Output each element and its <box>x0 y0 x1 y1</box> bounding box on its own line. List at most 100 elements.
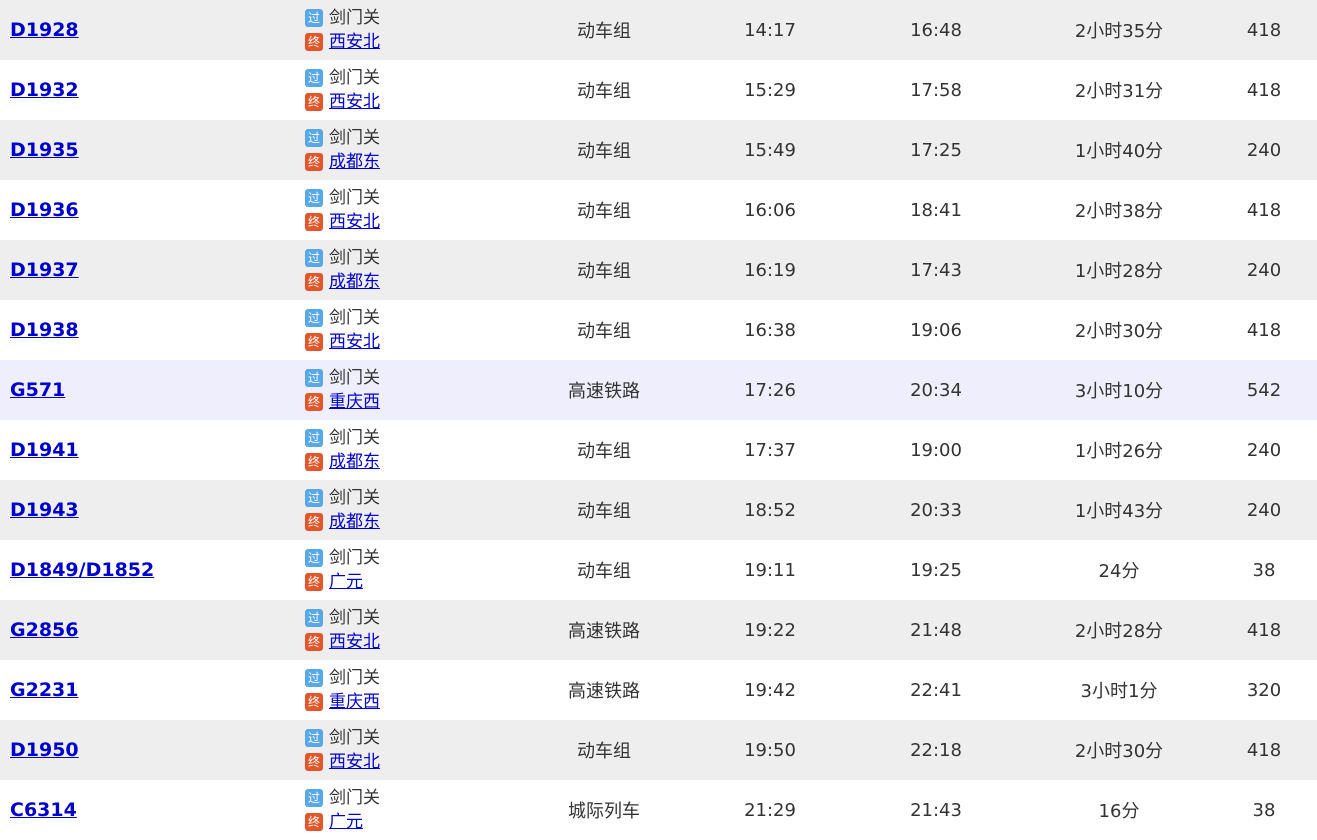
train-number-link[interactable]: D1937 <box>10 259 79 281</box>
end-station-link[interactable]: 成都东 <box>329 450 380 474</box>
train-cell: D1937 <box>0 240 305 300</box>
departure-time: 19:22 <box>744 619 796 641</box>
pass-station-name: 剑门关 <box>329 128 380 148</box>
end-station-icon: 终 <box>305 513 323 531</box>
train-number-link[interactable]: G571 <box>10 379 65 401</box>
train-number-link[interactable]: D1941 <box>10 439 79 461</box>
end-station-line: 终 西安北 <box>305 30 513 54</box>
station-cell: 过 剑门关 终 西安北 <box>305 720 513 780</box>
train-cell: D1936 <box>0 180 305 240</box>
travel-duration: 2小时38分 <box>1074 201 1164 222</box>
end-station-link[interactable]: 西安北 <box>329 210 380 234</box>
pass-station-name: 剑门关 <box>329 728 380 748</box>
arrival-time: 18:41 <box>910 199 962 221</box>
end-station-link[interactable]: 成都东 <box>329 150 380 174</box>
train-number-link[interactable]: D1849/D1852 <box>10 559 154 581</box>
train-type: 动车组 <box>577 441 631 462</box>
station-cell: 过 剑门关 终 西安北 <box>305 60 513 120</box>
table-row: D1849/D1852 过 剑门关 终 广元 动车组 19:11 19:25 2… <box>0 540 1317 600</box>
ticket-price: 38 <box>1252 559 1276 581</box>
pass-station-name: 剑门关 <box>329 188 380 208</box>
end-station-link[interactable]: 西安北 <box>329 750 380 774</box>
ticket-price: 418 <box>1246 19 1282 41</box>
end-station-link[interactable]: 重庆西 <box>329 390 380 414</box>
ticket-price: 418 <box>1246 739 1282 761</box>
pass-station-icon: 过 <box>305 429 323 447</box>
train-schedule-body: D1928 过 剑门关 终 西安北 动车组 14:17 16:48 2小时35分… <box>0 0 1317 840</box>
end-station-icon: 终 <box>305 813 323 831</box>
train-number-link[interactable]: D1935 <box>10 139 79 161</box>
train-number-link[interactable]: C6314 <box>10 799 77 821</box>
station-cell: 过 剑门关 终 成都东 <box>305 420 513 480</box>
train-cell: D1943 <box>0 480 305 540</box>
train-schedule-table: D1928 过 剑门关 终 西安北 动车组 14:17 16:48 2小时35分… <box>0 0 1317 840</box>
departure-time: 16:06 <box>744 199 796 221</box>
pass-station-line: 过 剑门关 <box>305 546 513 570</box>
ticket-price: 418 <box>1246 79 1282 101</box>
train-cell: G2231 <box>0 660 305 720</box>
end-station-line: 终 西安北 <box>305 750 513 774</box>
pass-station-icon: 过 <box>305 249 323 267</box>
arrival-time: 16:48 <box>910 19 962 41</box>
end-station-icon: 终 <box>305 453 323 471</box>
train-number-link[interactable]: D1943 <box>10 499 79 521</box>
train-cell: D1938 <box>0 300 305 360</box>
train-number-link[interactable]: G2231 <box>10 679 78 701</box>
train-number-link[interactable]: D1938 <box>10 319 79 341</box>
arrival-time: 20:33 <box>910 499 962 521</box>
station-cell: 过 剑门关 终 广元 <box>305 780 513 840</box>
train-cell: D1928 <box>0 0 305 60</box>
arrival-time: 22:41 <box>910 679 962 701</box>
station-cell: 过 剑门关 终 重庆西 <box>305 660 513 720</box>
pass-station-name: 剑门关 <box>329 788 380 808</box>
end-station-icon: 终 <box>305 273 323 291</box>
departure-time: 21:29 <box>744 799 796 821</box>
ticket-price: 320 <box>1246 679 1282 701</box>
end-station-line: 终 西安北 <box>305 630 513 654</box>
end-station-line: 终 西安北 <box>305 210 513 234</box>
end-station-icon: 终 <box>305 633 323 651</box>
end-station-line: 终 广元 <box>305 810 513 834</box>
table-row: D1936 过 剑门关 终 西安北 动车组 16:06 18:41 2小时38分… <box>0 180 1317 240</box>
train-cell: D1935 <box>0 120 305 180</box>
travel-duration: 2小时30分 <box>1074 741 1164 762</box>
end-station-link[interactable]: 西安北 <box>329 630 380 654</box>
ticket-price: 418 <box>1246 619 1282 641</box>
train-number-link[interactable]: D1936 <box>10 199 79 221</box>
end-station-link[interactable]: 重庆西 <box>329 690 380 714</box>
train-number-link[interactable]: D1950 <box>10 739 79 761</box>
end-station-link[interactable]: 西安北 <box>329 330 380 354</box>
travel-duration: 3小时1分 <box>1080 681 1158 702</box>
arrival-time: 20:34 <box>910 379 962 401</box>
end-station-link[interactable]: 广元 <box>329 810 363 834</box>
end-station-line: 终 广元 <box>305 570 513 594</box>
train-cell: C6314 <box>0 780 305 840</box>
end-station-link[interactable]: 西安北 <box>329 90 380 114</box>
train-cell: D1849/D1852 <box>0 540 305 600</box>
end-station-icon: 终 <box>305 753 323 771</box>
ticket-price: 240 <box>1246 259 1282 281</box>
end-station-line: 终 重庆西 <box>305 390 513 414</box>
end-station-link[interactable]: 西安北 <box>329 30 380 54</box>
train-number-link[interactable]: D1932 <box>10 79 79 101</box>
train-cell: D1950 <box>0 720 305 780</box>
end-station-link[interactable]: 成都东 <box>329 270 380 294</box>
train-cell: D1932 <box>0 60 305 120</box>
pass-station-line: 过 剑门关 <box>305 606 513 630</box>
travel-duration: 3小时10分 <box>1074 381 1164 402</box>
train-number-link[interactable]: G2856 <box>10 619 78 641</box>
train-number-link[interactable]: D1928 <box>10 19 79 41</box>
end-station-link[interactable]: 成都东 <box>329 510 380 534</box>
end-station-line: 终 西安北 <box>305 90 513 114</box>
end-station-line: 终 成都东 <box>305 270 513 294</box>
travel-duration: 1小时43分 <box>1074 501 1164 522</box>
departure-time: 19:42 <box>744 679 796 701</box>
arrival-time: 17:58 <box>910 79 962 101</box>
pass-station-icon: 过 <box>305 129 323 147</box>
travel-duration: 1小时40分 <box>1074 141 1164 162</box>
pass-station-icon: 过 <box>305 669 323 687</box>
arrival-time: 17:25 <box>910 139 962 161</box>
end-station-link[interactable]: 广元 <box>329 570 363 594</box>
pass-station-line: 过 剑门关 <box>305 426 513 450</box>
table-row: G2856 过 剑门关 终 西安北 高速铁路 19:22 21:48 2小时28… <box>0 600 1317 660</box>
